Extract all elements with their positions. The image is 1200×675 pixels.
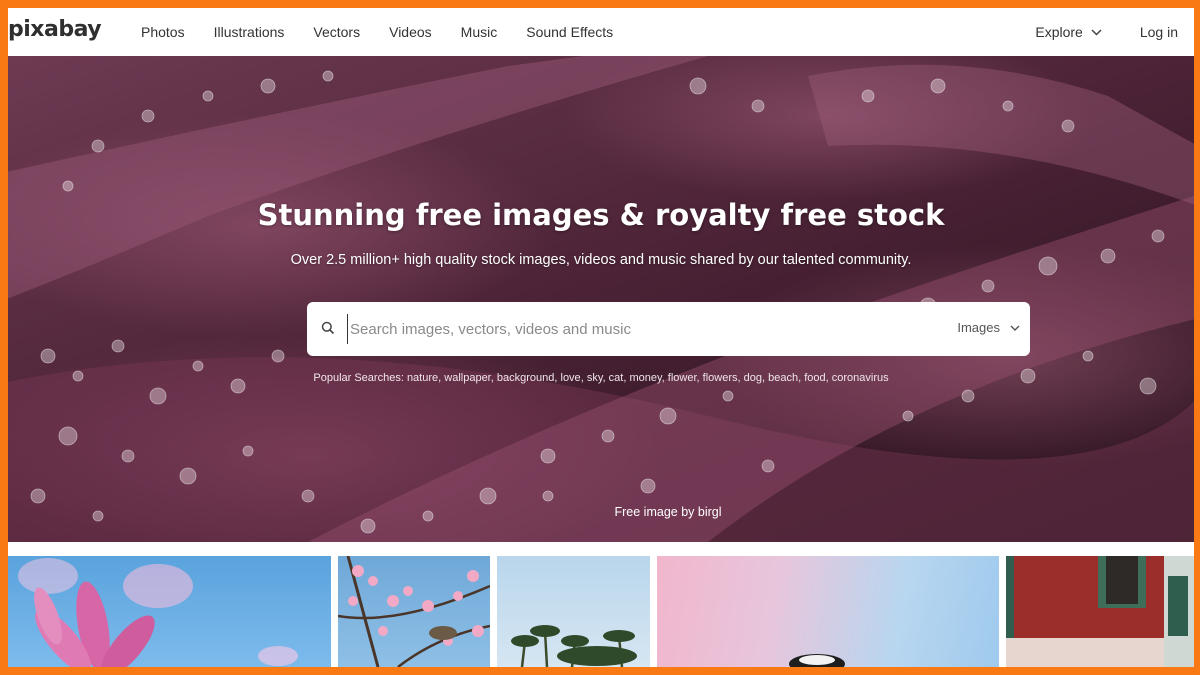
pink-flower-image: [18, 558, 298, 667]
popular-tag-money[interactable]: money,: [629, 372, 664, 384]
palm-trees-image: [511, 625, 637, 667]
nav-links: Photos Illustrations Vectors Videos Musi…: [141, 8, 642, 56]
popular-tag-cat[interactable]: cat,: [609, 372, 627, 384]
hero-section: Stunning free images & royalty free stoc…: [8, 56, 1194, 542]
red-building-image: [1006, 556, 1194, 667]
popular-searches-label: Popular Searches:: [313, 372, 404, 384]
nav-link-vectors[interactable]: Vectors: [313, 24, 360, 40]
popular-tag-flower[interactable]: flower,: [668, 372, 700, 384]
bird-blossom-thumb[interactable]: [338, 556, 490, 667]
nav-link-photos[interactable]: Photos: [141, 24, 185, 40]
top-nav: pixabay Photos Illustrations Vectors Vid…: [8, 8, 1194, 56]
pastel-sky-thumb[interactable]: [657, 556, 999, 667]
hero-background-image: [8, 56, 1194, 542]
page-frame: pixabay Photos Illustrations Vectors Vid…: [8, 8, 1194, 667]
chevron-down-icon: [1010, 325, 1020, 331]
login-link[interactable]: Log in: [1140, 24, 1178, 40]
nav-right: Explore Log in: [1035, 8, 1178, 56]
popular-tag-beach[interactable]: beach,: [768, 372, 801, 384]
image-grid: [8, 556, 1194, 667]
red-building-thumb[interactable]: [1006, 556, 1194, 667]
nav-link-illustrations[interactable]: Illustrations: [214, 24, 285, 40]
pixabay-logo[interactable]: pixabay: [8, 17, 102, 42]
popular-tag-background[interactable]: background,: [497, 372, 558, 384]
bird-blossom-image: [338, 556, 490, 667]
popular-tag-nature[interactable]: nature,: [407, 372, 441, 384]
search-input[interactable]: [347, 314, 927, 344]
search-bar: Images: [307, 302, 1030, 356]
nav-link-music[interactable]: Music: [461, 24, 498, 40]
popular-tag-coronavirus[interactable]: coronavirus: [832, 372, 889, 384]
palm-trees-thumb[interactable]: [497, 556, 650, 667]
popular-tag-love[interactable]: love,: [561, 372, 584, 384]
explore-label: Explore: [1035, 24, 1083, 40]
pastel-sky-image: [789, 654, 845, 667]
popular-tag-flowers[interactable]: flowers,: [703, 372, 741, 384]
search-icon[interactable]: [321, 321, 335, 335]
explore-menu[interactable]: Explore: [1035, 24, 1102, 40]
popular-tag-sky[interactable]: sky,: [587, 372, 606, 384]
popular-searches: Popular Searches: nature, wallpaper, bac…: [8, 372, 1194, 384]
search-type-select[interactable]: Images: [957, 320, 1020, 335]
popular-tag-food[interactable]: food,: [804, 372, 828, 384]
chevron-down-icon: [1091, 28, 1102, 36]
image-credit: Free image by birgl: [8, 505, 1194, 519]
popular-tag-dog[interactable]: dog,: [744, 372, 765, 384]
image-credit-link[interactable]: Free image by birgl: [615, 505, 722, 519]
hero-title: Stunning free images & royalty free stoc…: [257, 198, 945, 232]
nav-link-sound-effects[interactable]: Sound Effects: [526, 24, 613, 40]
nav-link-videos[interactable]: Videos: [389, 24, 432, 40]
search-type-label: Images: [957, 320, 1000, 335]
popular-tag-wallpaper[interactable]: wallpaper,: [444, 372, 494, 384]
hero-subtitle: Over 2.5 million+ high quality stock ima…: [290, 252, 912, 268]
pink-flower-thumb[interactable]: [8, 556, 331, 667]
